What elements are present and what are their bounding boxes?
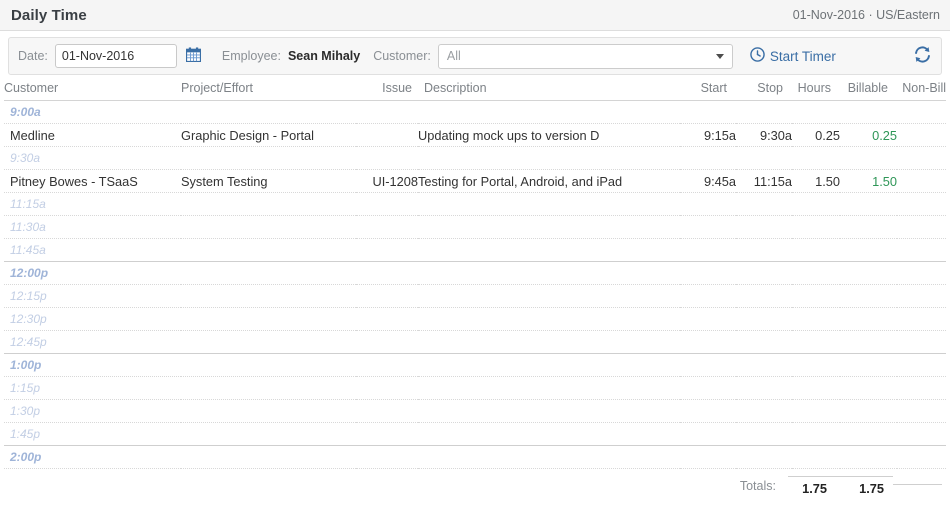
time-entry-grid: Customer Project/Effort Issue Descriptio… xyxy=(0,75,950,496)
time-slot-row[interactable]: 11:45a xyxy=(4,238,946,262)
time-slot-row[interactable]: 12:45p xyxy=(4,330,946,354)
entry-issue xyxy=(356,123,418,147)
date-label: Date: xyxy=(18,49,48,63)
calendar-picker-button[interactable] xyxy=(183,44,205,68)
chevron-down-icon xyxy=(715,54,724,59)
entry-project: Graphic Design - Portal xyxy=(181,123,356,147)
time-slot-row[interactable]: 12:15p xyxy=(4,284,946,308)
refresh-button[interactable] xyxy=(913,45,932,67)
start-timer-button[interactable]: Start Timer xyxy=(750,47,836,65)
header-date-timezone: 01-Nov-2016 · US/Eastern xyxy=(792,8,940,22)
time-slot-label: 12:00p xyxy=(4,261,946,285)
time-entry-row[interactable]: Pitney Bowes - TSaaS System Testing UI-120… xyxy=(4,169,946,193)
entry-billable: 0.25 xyxy=(840,123,897,147)
date-input[interactable] xyxy=(54,44,177,68)
time-slot-row[interactable]: 12:30p xyxy=(4,307,946,331)
calendar-icon xyxy=(186,47,202,65)
entry-nonbill xyxy=(897,123,946,147)
time-slot-row[interactable]: 1:00p xyxy=(4,353,946,377)
column-header-project[interactable]: Project/Effort xyxy=(181,75,356,101)
time-slot-label: 11:30a xyxy=(4,215,946,239)
time-slot-label: 1:45p xyxy=(4,422,946,446)
time-slot-row[interactable]: 1:30p xyxy=(4,399,946,423)
column-header-issue[interactable]: Issue xyxy=(356,75,418,101)
column-header-description[interactable]: Description xyxy=(418,75,680,101)
time-slot-label: 1:00p xyxy=(4,353,946,377)
column-header-customer[interactable]: Customer xyxy=(4,75,181,101)
table-header: Customer Project/Effort Issue Descriptio… xyxy=(4,75,946,101)
totals-row: Totals: 1.75 1.75 xyxy=(4,476,946,496)
time-slot-label: 1:15p xyxy=(4,376,946,400)
time-slot-label: 12:30p xyxy=(4,307,946,331)
entry-start: 9:15a xyxy=(680,123,736,147)
time-slot-row[interactable]: 9:30a xyxy=(4,146,946,170)
customer-select-value: All xyxy=(446,49,461,63)
entry-nonbill xyxy=(897,169,946,193)
time-slot-label: 1:30p xyxy=(4,399,946,423)
customer-select[interactable]: All xyxy=(437,43,733,69)
toolbar-wrapper: Date: 01-Nov-2016 Employee: Sean Mihaly … xyxy=(0,31,950,75)
time-slot-row[interactable]: 11:30a xyxy=(4,215,946,239)
customer-label: Customer: xyxy=(373,49,431,63)
daily-time-page: Daily Time 01-Nov-2016 · US/Eastern Date… xyxy=(0,0,950,517)
column-header-hours[interactable]: Hours xyxy=(792,75,840,101)
entry-stop: 11:15a xyxy=(736,169,792,193)
time-slot-label: 12:15p xyxy=(4,284,946,308)
table-body: 9:00a Medline Graphic Design - Portal Updat… xyxy=(4,100,946,469)
time-slot-label: 12:45p xyxy=(4,330,946,354)
entry-billable: 1.50 xyxy=(840,169,897,193)
employee-label: Employee: xyxy=(221,49,281,63)
entry-project: System Testing xyxy=(181,169,356,193)
column-header-nonbill[interactable]: Non-Bill xyxy=(897,75,946,101)
time-slot-row[interactable]: 12:00p xyxy=(4,261,946,285)
entry-stop: 9:30a xyxy=(736,123,792,147)
time-slot-label: 11:45a xyxy=(4,238,946,262)
entry-description: Updating mock ups to version D xyxy=(418,123,680,147)
time-slot-row[interactable]: 1:15p xyxy=(4,376,946,400)
time-slot-label: 11:15a xyxy=(4,192,946,216)
entry-hours: 1.50 xyxy=(792,169,840,193)
totals-hours: 1.75 xyxy=(788,476,836,496)
column-header-start[interactable]: Start xyxy=(680,75,736,101)
page-header: Daily Time 01-Nov-2016 · US/Eastern xyxy=(0,0,950,31)
column-header-billable[interactable]: Billable xyxy=(840,75,897,101)
time-entry-table: Customer Project/Effort Issue Descriptio… xyxy=(4,75,946,469)
page-title: Daily Time xyxy=(11,6,87,24)
entry-issue: UI-1208 xyxy=(356,169,418,193)
filter-toolbar: Date: 01-Nov-2016 Employee: Sean Mihaly … xyxy=(8,37,942,75)
entry-start: 9:45a xyxy=(680,169,736,193)
clock-icon xyxy=(750,47,765,65)
time-entry-row[interactable]: Medline Graphic Design - Portal Updating m… xyxy=(4,123,946,147)
totals-label: Totals: xyxy=(739,479,776,493)
entry-description: Testing for Portal, Android, and iPad xyxy=(418,169,680,193)
time-slot-label: 9:30a xyxy=(4,146,946,170)
time-slot-label: 2:00p xyxy=(4,445,946,469)
employee-value[interactable]: Sean Mihaly xyxy=(288,49,360,63)
totals-nonbill xyxy=(893,483,942,489)
refresh-icon xyxy=(913,45,932,67)
column-header-stop[interactable]: Stop xyxy=(736,75,792,101)
time-slot-row[interactable]: 9:00a xyxy=(4,100,946,124)
time-slot-row[interactable]: 2:00p xyxy=(4,445,946,469)
entry-customer: Medline xyxy=(4,123,181,147)
entry-hours: 0.25 xyxy=(792,123,840,147)
time-slot-label: 9:00a xyxy=(4,100,946,124)
time-slot-row[interactable]: 1:45p xyxy=(4,422,946,446)
time-slot-row[interactable]: 11:15a xyxy=(4,192,946,216)
totals-billable: 1.75 xyxy=(836,476,893,496)
table-header-row: Customer Project/Effort Issue Descriptio… xyxy=(4,75,946,101)
start-timer-label: Start Timer xyxy=(769,48,836,64)
entry-customer: Pitney Bowes - TSaaS xyxy=(4,169,181,193)
